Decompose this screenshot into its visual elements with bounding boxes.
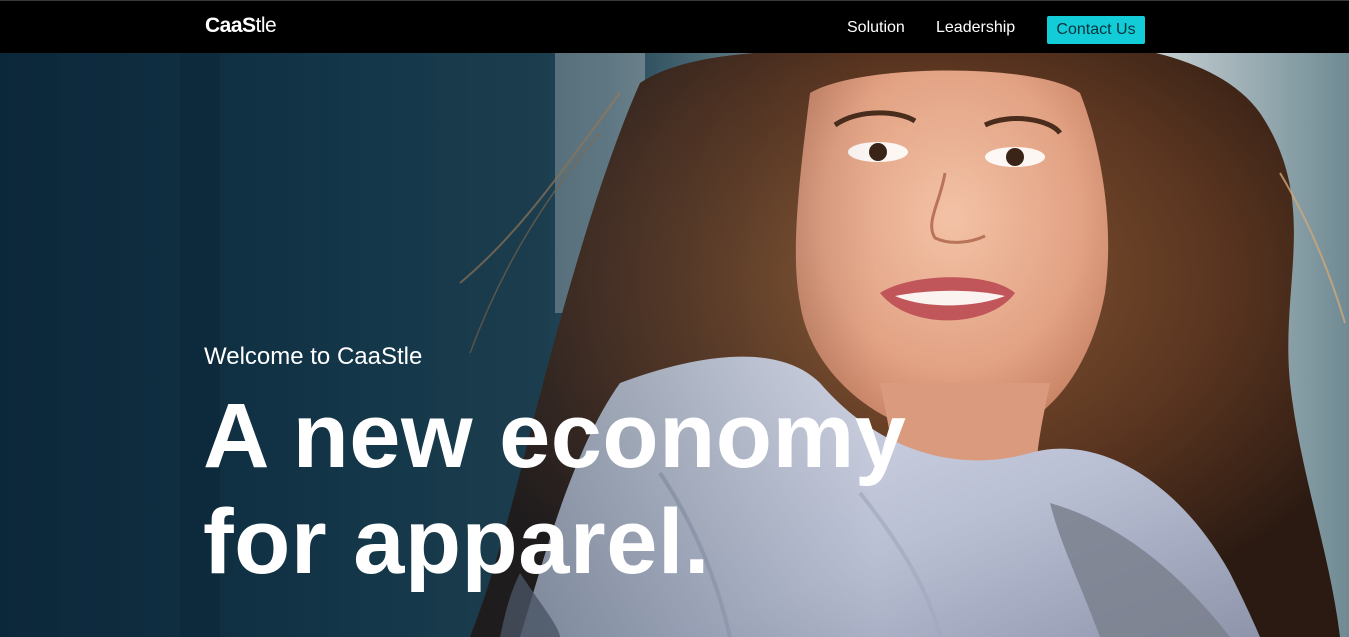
caastle-logo[interactable]: CaaStle [205,13,277,39]
hero-headline: A new economy for apparel. [203,383,906,595]
hero-headline-line-2: for apparel. [203,491,711,593]
logo-light-part: tle [255,14,277,37]
hero-welcome-text: Welcome to CaaStle [204,343,423,370]
hero-headline-line-1: A new economy [203,385,907,487]
nav-link-solution[interactable]: Solution [847,18,905,38]
logo-bold-part: CaaS [205,14,256,37]
page: CaaStle Solution Leadership Contact Us W… [0,0,1349,637]
nav-link-leadership[interactable]: Leadership [936,18,1015,38]
top-nav-bar: CaaStle Solution Leadership Contact Us [0,0,1349,53]
hero-section: Welcome to CaaStle A new economy for app… [0,53,1349,637]
contact-us-button[interactable]: Contact Us [1047,16,1145,44]
